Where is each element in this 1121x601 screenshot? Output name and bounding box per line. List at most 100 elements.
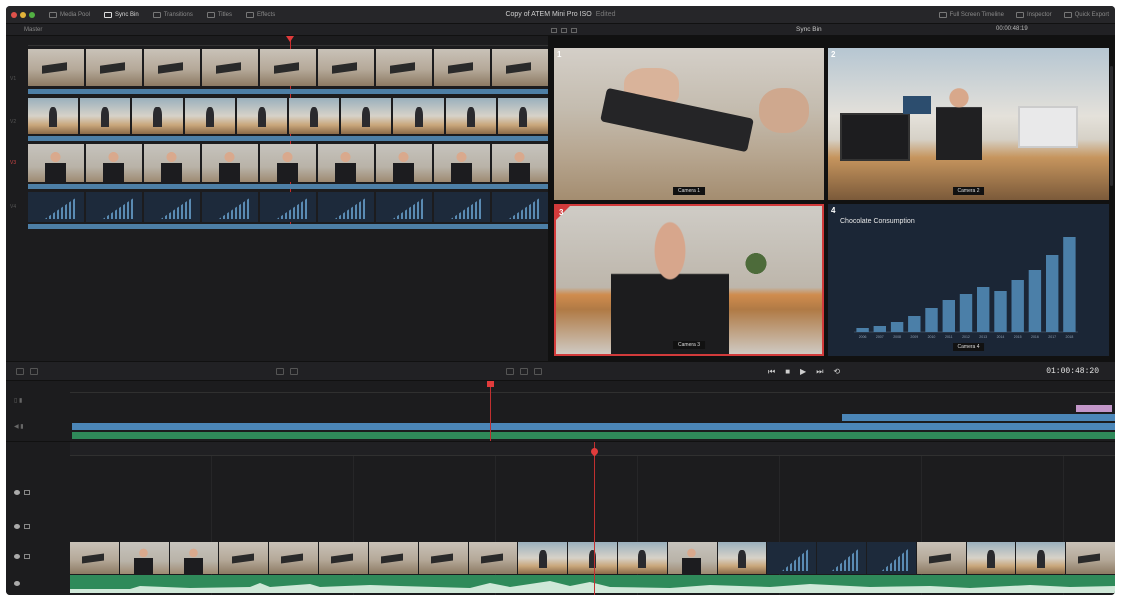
upper-audio-track-clip[interactable] [72,432,1115,439]
insert-tools [506,368,542,375]
clip-thumbnail[interactable] [219,542,269,574]
clip-thumbnail[interactable] [617,542,667,574]
play-button[interactable]: ▶ [800,367,806,377]
effects-label: Effects [256,11,276,18]
plant-image [741,246,771,281]
clip-thumbnail [236,98,288,134]
sync-bin-button[interactable]: Sync Bin [104,11,139,18]
clip-thumbnail[interactable] [916,542,966,574]
full-screen-timeline-label: Full Screen Timeline [949,11,1004,18]
clip-thumbnail[interactable] [368,542,418,574]
inspector-button[interactable]: Inspector [1015,11,1052,18]
media-pool-button[interactable]: Media Pool [49,11,90,18]
angle-4[interactable]: 4 Chocolate Consumption 2006 2007 2008 2009… [828,204,1109,356]
angle-number: 2 [831,50,836,59]
speaker-icon[interactable] [14,581,20,586]
multicam-viewer: 1 Camera 1 2 Camera 2 3 Camera 3 4 Choco… [548,36,1115,361]
append-icon[interactable] [520,368,528,375]
chart-tick-label: 2008 [893,335,901,339]
clip-thumbnail[interactable] [867,542,916,574]
angle-number: 1 [557,50,562,59]
clip-thumbnail[interactable] [418,542,468,574]
chart-bar [959,294,973,332]
upper-video-clip[interactable] [842,414,1115,421]
eye-icon[interactable] [14,524,20,529]
clip-thumbnail[interactable] [1016,542,1066,574]
camera-3-strip[interactable] [28,144,548,182]
upper-timeline-ruler[interactable] [70,381,1115,393]
angle-1[interactable]: 1 Camera 1 [554,48,824,200]
next-button[interactable]: ⏭ [816,367,823,377]
chart-bar [873,326,886,332]
clip-thumbnail[interactable] [568,542,617,574]
full-screen-timeline-button[interactable]: Full Screen Timeline [938,11,1004,18]
camera-1-strip[interactable] [28,49,548,86]
clip-thumbnail[interactable] [269,542,319,574]
clip-thumbnail[interactable] [1066,542,1115,574]
audio-track-a1[interactable] [70,575,1115,593]
camera-4-strip[interactable] [28,192,548,222]
clip-thumbnail[interactable] [468,542,518,574]
timeline-options-icon[interactable] [16,368,24,375]
eye-icon[interactable] [14,554,20,559]
smart-insert-icon[interactable] [506,368,514,375]
presenter-closeup-image [611,220,729,354]
title-bar: Media Pool Sync Bin Transitions Titles E… [6,6,1115,24]
ripple-overwrite-icon[interactable] [534,368,542,375]
titles-button[interactable]: Titles [206,11,232,18]
presenter-image [936,86,982,160]
clip-thumbnail[interactable] [966,542,1016,574]
track-header-v3 [6,490,70,495]
upper-video-track-clip[interactable] [72,423,1115,430]
export-icon [1063,11,1072,18]
clip-thumbnail [144,144,200,182]
camera-2-strip[interactable] [28,98,549,134]
layout-grid-icon[interactable] [571,27,577,33]
track-label-1: V1 [10,76,17,82]
clip-thumbnail[interactable] [319,542,368,574]
viewer-scrollbar[interactable] [1110,66,1113,186]
chart-bar [1063,237,1076,332]
layout-dual-icon[interactable] [561,27,567,33]
chart-tick-label: 2012 [962,335,970,339]
effects-button[interactable]: Effects [245,11,276,18]
video-track-v1[interactable] [70,542,1115,574]
quick-export-label: Quick Export [1074,11,1109,18]
angle-caption: Camera 2 [952,187,985,195]
clip-thumbnail[interactable] [119,542,169,574]
transitions-button[interactable]: Transitions [152,11,193,18]
titles-label: Titles [217,11,232,18]
zoom-window-button[interactable] [29,11,35,18]
layout-single-icon[interactable] [551,27,557,33]
stop-button[interactable]: ■ [785,367,790,377]
davinci-resolve-window: Media Pool Sync Bin Transitions Titles E… [6,6,1115,595]
track-toggle-icon[interactable] [24,554,30,559]
lower-playhead[interactable] [594,442,595,595]
timeline-view-options [16,368,38,375]
upper-playhead[interactable] [487,381,494,441]
angle-3-active[interactable]: 3 Camera 3 [554,204,824,356]
clip-thumbnail[interactable] [169,542,219,574]
clip-thumbnail[interactable] [70,542,119,574]
clip-thumbnail [260,192,316,222]
track-toggle-icon[interactable] [24,524,30,529]
trim-tool-icon[interactable] [290,368,298,375]
blade-tool-icon[interactable] [276,368,284,375]
angle-2[interactable]: 2 Camera 2 [828,48,1109,200]
upper-title-clip[interactable] [1076,405,1112,412]
clip-thumbnail[interactable] [717,542,767,574]
eye-icon[interactable] [14,490,20,495]
audio-meter-icon[interactable] [30,368,38,375]
loop-button[interactable]: ⟲ [833,367,840,377]
track-toggle-icon[interactable] [24,490,30,495]
clip-thumbnail [202,49,258,86]
chart-bar [1028,270,1042,332]
previous-button[interactable]: ⏮ [768,367,775,377]
clip-thumbnail[interactable] [767,542,817,574]
quick-export-button[interactable]: Quick Export [1063,11,1109,18]
clip-thumbnail[interactable] [817,542,866,574]
clip-thumbnail[interactable] [667,542,717,574]
minimize-window-button[interactable] [20,11,26,18]
clip-thumbnail[interactable] [518,542,568,574]
close-window-button[interactable] [11,11,17,18]
